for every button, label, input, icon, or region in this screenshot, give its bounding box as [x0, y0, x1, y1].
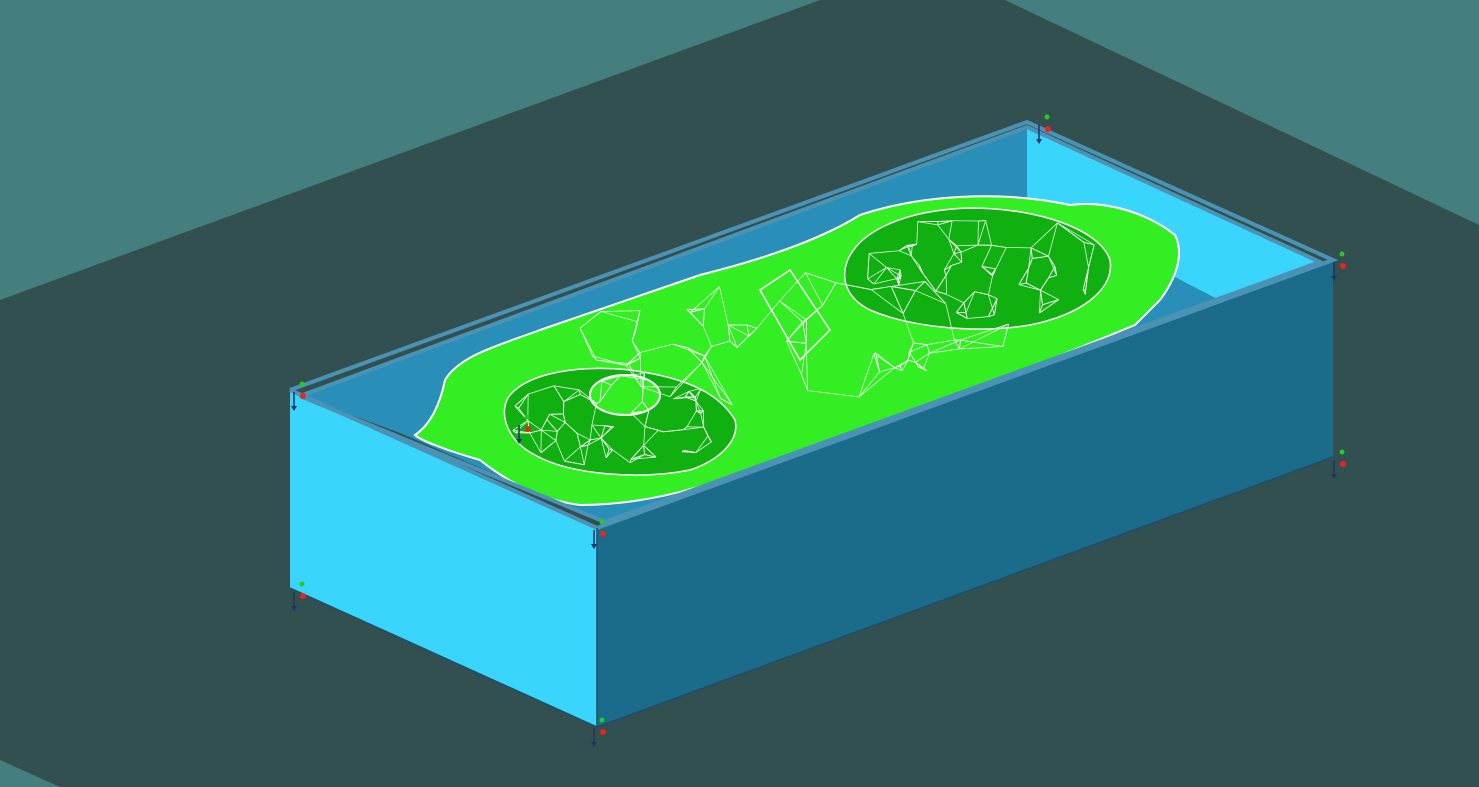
3d-viewport[interactable] — [0, 0, 1479, 787]
axis-y — [524, 414, 530, 420]
axis-y — [299, 581, 305, 587]
axis-x — [600, 729, 606, 735]
axis-y — [1339, 251, 1345, 257]
axis-x — [525, 426, 531, 432]
axis-x — [300, 593, 306, 599]
axis-x — [1340, 461, 1346, 467]
axis-x — [1340, 263, 1346, 269]
axis-y — [299, 381, 305, 387]
axis-y — [1339, 449, 1345, 455]
axis-y — [599, 519, 605, 525]
axis-x — [1045, 126, 1051, 132]
axis-y — [599, 717, 605, 723]
axis-x — [300, 393, 306, 399]
axis-y — [1044, 114, 1050, 120]
axis-x — [600, 531, 606, 537]
mesh-edge — [945, 275, 948, 295]
